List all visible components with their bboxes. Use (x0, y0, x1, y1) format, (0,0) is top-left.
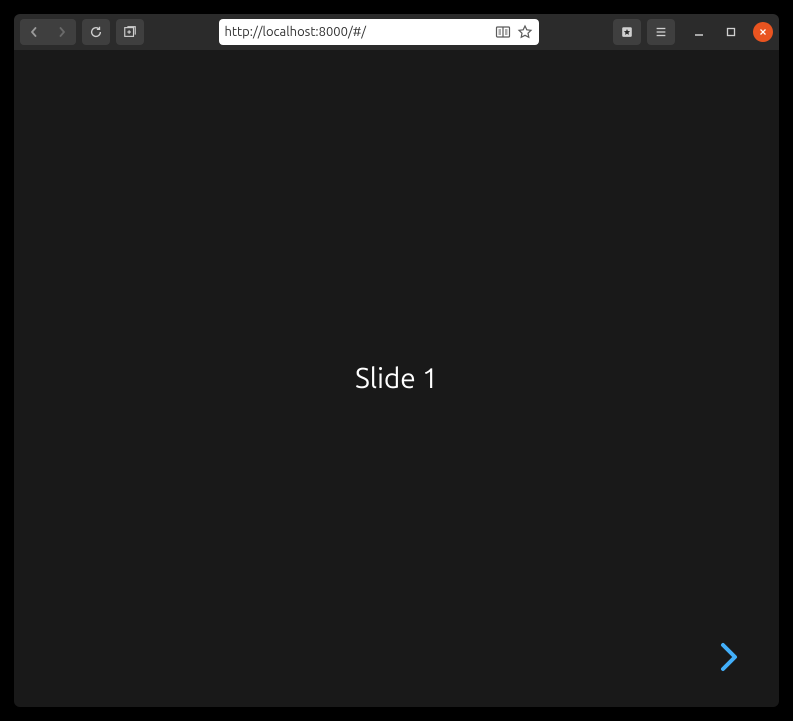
right-controls (613, 19, 773, 45)
reload-button[interactable] (82, 19, 110, 45)
url-input[interactable] (225, 25, 489, 39)
maximize-button[interactable] (721, 22, 741, 42)
close-icon (758, 27, 768, 37)
url-bar (219, 19, 539, 45)
minimize-button[interactable] (689, 22, 709, 42)
close-button[interactable] (753, 22, 773, 42)
nav-button-group (20, 19, 76, 45)
bookmark-button[interactable] (517, 24, 533, 40)
url-bar-container (190, 19, 567, 45)
library-icon (620, 25, 634, 39)
menu-button[interactable] (647, 19, 675, 45)
reload-icon (89, 25, 103, 39)
back-icon (29, 27, 39, 37)
hamburger-icon (654, 25, 668, 39)
window-controls (689, 22, 773, 42)
reader-mode-button[interactable] (495, 24, 511, 40)
forward-icon (57, 27, 67, 37)
back-button[interactable] (20, 19, 48, 45)
browser-window: Slide 1 (0, 0, 793, 721)
chevron-right-icon (717, 641, 741, 673)
page-content: Slide 1 (14, 50, 779, 707)
minimize-icon (693, 26, 705, 38)
maximize-icon (725, 26, 737, 38)
star-icon (517, 24, 533, 40)
new-tab-icon (123, 25, 137, 39)
new-tab-button[interactable] (116, 19, 144, 45)
slide-title: Slide 1 (355, 363, 438, 394)
reader-mode-icon (495, 24, 511, 40)
library-button[interactable] (613, 19, 641, 45)
forward-button[interactable] (48, 19, 76, 45)
next-slide-button[interactable] (711, 639, 747, 675)
browser-titlebar (14, 14, 779, 50)
